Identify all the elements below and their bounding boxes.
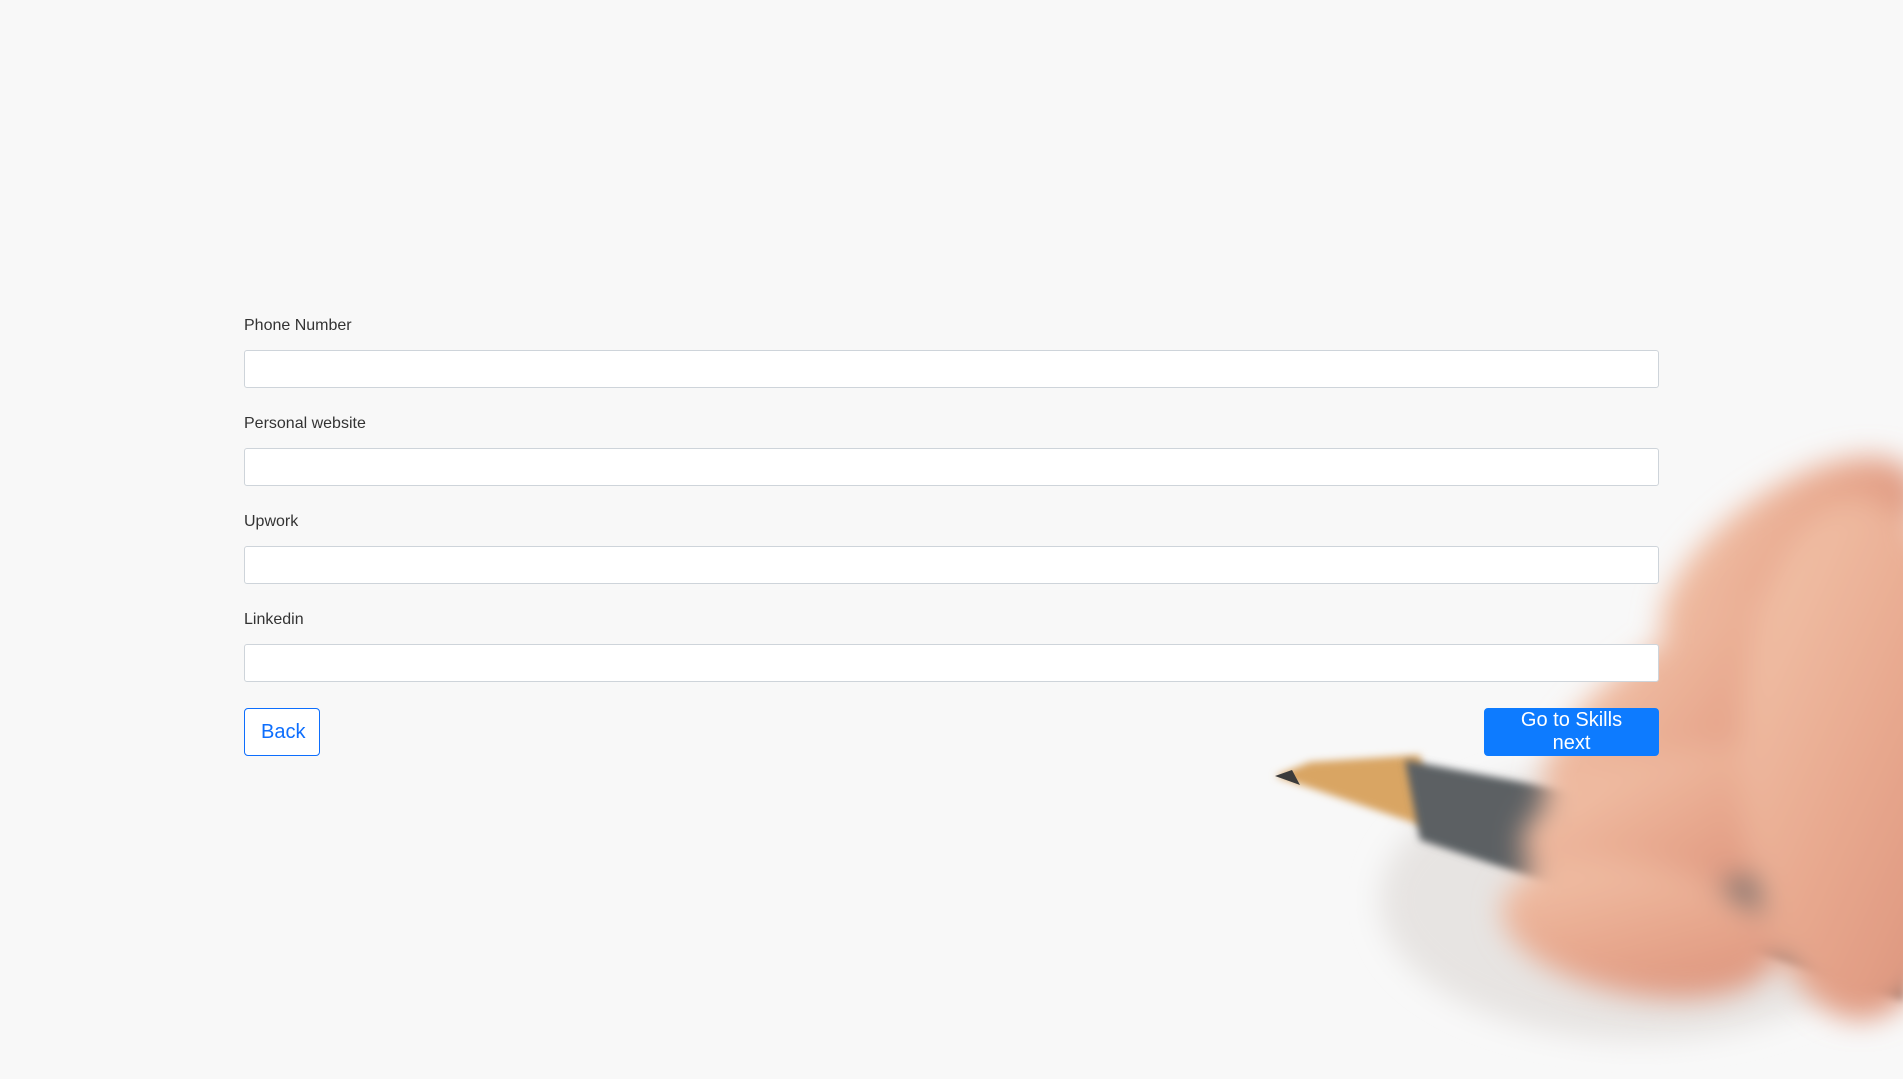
linkedin-label: Linkedin	[244, 611, 304, 628]
back-button[interactable]: Back	[244, 708, 320, 756]
upwork-label: Upwork	[244, 513, 299, 530]
personal-website-group: Personal website	[244, 414, 1659, 486]
linkedin-input[interactable]	[244, 644, 1659, 682]
upwork-group: Upwork	[244, 512, 1659, 584]
contact-links-form: Phone Number Personal website Upwork Lin…	[244, 316, 1659, 756]
go-to-skills-button[interactable]: Go to Skills next	[1484, 708, 1659, 756]
upwork-input[interactable]	[244, 546, 1659, 584]
phone-number-group: Phone Number	[244, 316, 1659, 388]
personal-website-label: Personal website	[244, 415, 366, 432]
phone-number-input[interactable]	[244, 350, 1659, 388]
form-actions: Back Go to Skills next	[244, 708, 1659, 756]
linkedin-group: Linkedin	[244, 610, 1659, 682]
phone-number-label: Phone Number	[244, 317, 352, 334]
personal-website-input[interactable]	[244, 448, 1659, 486]
